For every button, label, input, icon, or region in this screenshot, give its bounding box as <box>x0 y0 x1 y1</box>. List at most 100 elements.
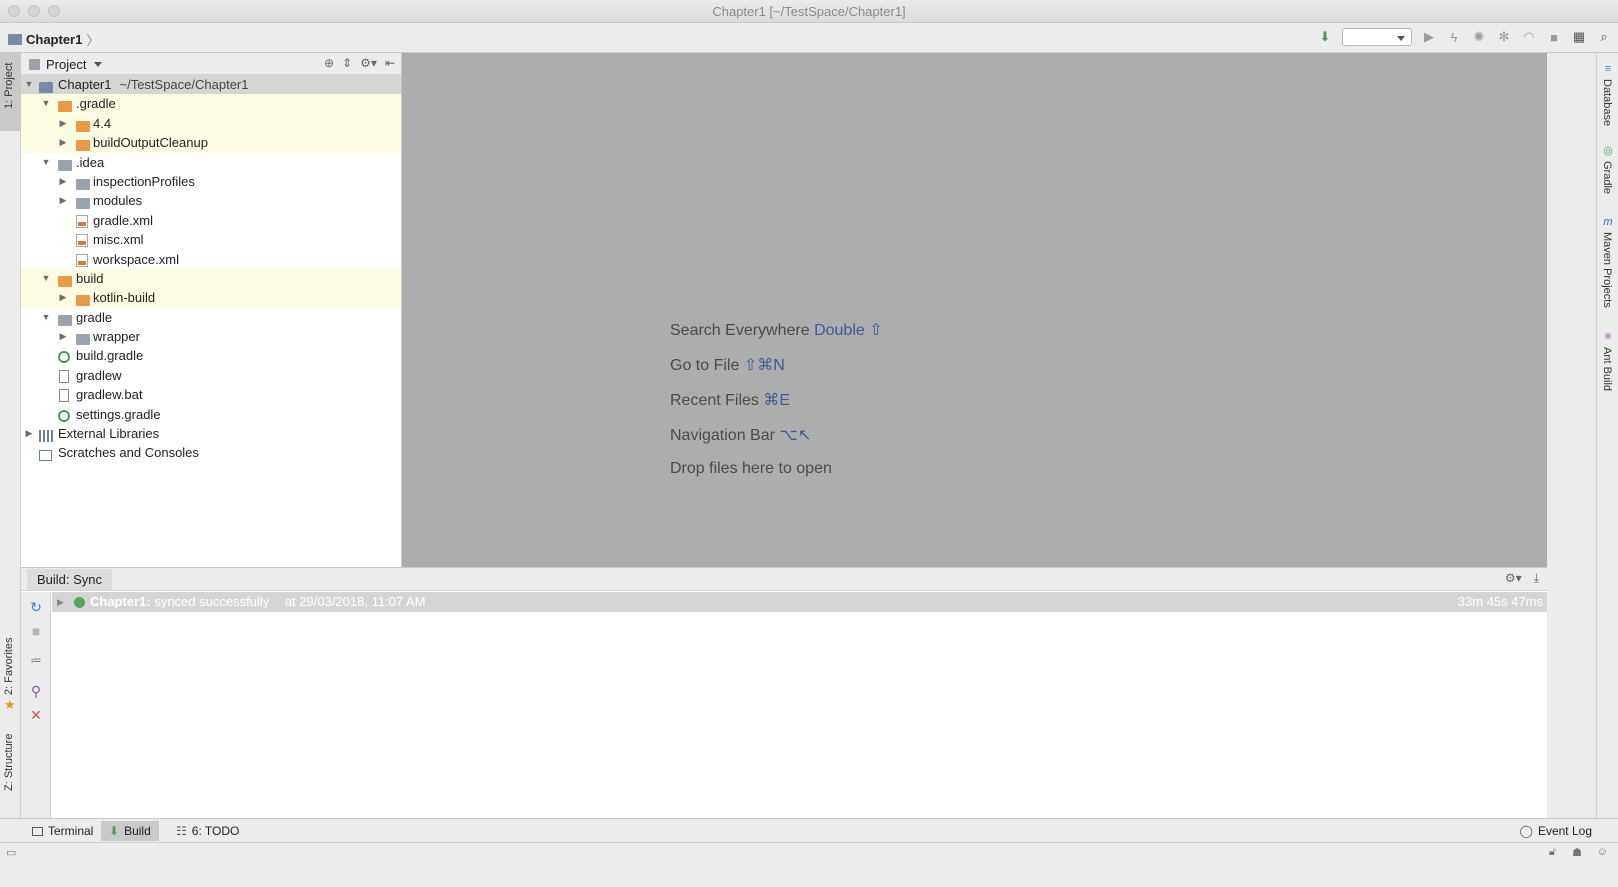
folder-grey-icon <box>76 178 90 190</box>
project-view-selector[interactable]: Project <box>29 57 103 72</box>
build-message: synced successfully <box>154 594 270 609</box>
debug-icon[interactable]: ✺ <box>1471 29 1487 45</box>
run-icon[interactable]: ▶ <box>1421 29 1437 45</box>
collapsed-arrow-icon[interactable]: ▶ <box>58 327 68 346</box>
expanded-arrow-icon[interactable]: ▼ <box>41 153 51 172</box>
project-panel-header: Project ⊕ ⇕ ⚙▾ ⇤ <box>21 53 401 75</box>
tree-item-build-gradle[interactable]: build.gradle <box>21 346 401 365</box>
tree-item-wrapper[interactable]: ▶ wrapper <box>21 327 401 346</box>
collapsed-arrow-icon[interactable]: ▶ <box>24 424 34 443</box>
tree-item-settings-gradle[interactable]: settings.gradle <box>21 405 401 424</box>
tree-item-gradlew-bat[interactable]: gradlew.bat <box>21 385 401 404</box>
collapsed-arrow-icon[interactable]: ▶ <box>58 114 68 133</box>
database-tool-button[interactable]: ≡ Database <box>1599 63 1617 133</box>
breadcrumb-project[interactable]: Chapter1 <box>26 32 82 47</box>
tab-build-sync[interactable]: Build: Sync <box>27 569 113 590</box>
build-project-icon[interactable]: ⬇ <box>1317 29 1333 45</box>
collapse-all-icon[interactable]: ⇕ <box>342 56 352 70</box>
tree-item-external-libraries[interactable]: ▶ External Libraries <box>21 424 401 443</box>
close-icon[interactable]: ✕ <box>27 706 45 724</box>
collapsed-arrow-icon[interactable]: ▶ <box>58 172 68 191</box>
collapsed-arrow-icon[interactable]: ▶ <box>58 191 68 210</box>
expanded-arrow-icon[interactable]: ▼ <box>41 269 51 288</box>
tree-item-misc-xml[interactable]: misc.xml <box>21 230 401 249</box>
collapsed-arrow-icon[interactable]: ▶ <box>58 133 68 152</box>
run-configuration-select[interactable] <box>1342 28 1412 46</box>
todo-label[interactable]: 6: TODO <box>192 821 240 841</box>
ant-build-tool-label[interactable]: Ant Build <box>1601 347 1613 391</box>
tab-build[interactable]: ⬇ Build <box>101 821 159 841</box>
folder-grey-icon <box>76 334 90 346</box>
editor-empty-area[interactable]: Search Everywhere Double ⇧ Go to File ⇧⌘… <box>402 53 1547 567</box>
structure-tool-label[interactable]: Z: Structure <box>3 734 15 791</box>
event-icon[interactable]: ☺ <box>1597 846 1608 858</box>
favorites-tool-label[interactable]: 2: Favorites <box>3 638 15 695</box>
tree-item-4-4[interactable]: ▶ 4.4 <box>21 113 401 134</box>
tree-item-build[interactable]: ▼ build <box>21 268 401 289</box>
hide-panel-icon[interactable]: ⤓ <box>1534 571 1539 586</box>
toggle-view-icon[interactable]: ≔ <box>27 652 45 670</box>
lock-icon[interactable]: 🔓︎ <box>1549 846 1556 859</box>
gradle-tool-label[interactable]: Gradle <box>1601 161 1613 194</box>
expanded-arrow-icon[interactable]: ▼ <box>41 94 51 113</box>
status-bar: ▭ 🔓︎ ☗ ☺ <box>0 842 1618 887</box>
project-structure-icon[interactable]: ▦ <box>1571 29 1587 45</box>
hint-recent-files: Recent Files ⌘E <box>670 390 790 410</box>
attach-debugger-icon[interactable]: ◠ <box>1521 29 1537 45</box>
collapsed-arrow-icon[interactable]: ▶ <box>58 288 68 307</box>
inspector-icon[interactable]: ☗ <box>1572 846 1582 859</box>
gradle-tool-button[interactable]: ◎ Gradle <box>1599 145 1617 205</box>
tree-item-gradle-xml[interactable]: gradle.xml <box>21 211 401 230</box>
tree-item-gradle-folder[interactable]: ▼ gradle <box>21 308 401 327</box>
project-view-label[interactable]: Project <box>46 57 86 72</box>
gear-icon[interactable]: ⚙▾ <box>360 56 377 70</box>
pin-icon[interactable]: ⚲ <box>27 682 45 700</box>
expanded-arrow-icon[interactable]: ▼ <box>24 75 34 94</box>
tab-terminal[interactable]: Terminal <box>24 821 101 841</box>
terminal-label[interactable]: Terminal <box>48 821 93 841</box>
search-everywhere-icon[interactable]: ⌕ <box>1596 29 1612 45</box>
toggle-tool-windows-icon[interactable]: ▭ <box>6 846 16 859</box>
tree-item-kotlin-build[interactable]: ▶ kotlin-build <box>21 288 401 308</box>
tree-item-buildoutputcleanup[interactable]: ▶ buildOutputCleanup <box>21 133 401 153</box>
structure-tool-button[interactable]: Z: Structure <box>0 731 21 809</box>
project-tool-button[interactable]: 1: Project <box>0 53 21 131</box>
tree-item-gradle-dir[interactable]: ▼ .gradle <box>21 94 401 114</box>
tree-item-inspectionprofiles[interactable]: ▶ inspectionProfiles <box>21 172 401 191</box>
project-folder-icon <box>8 34 22 45</box>
tree-item-modules[interactable]: ▶ modules <box>21 191 401 210</box>
ant-build-tool-button[interactable]: ✳ Ant Build <box>1599 331 1617 401</box>
collapsed-arrow-icon[interactable]: ▶ <box>57 592 64 612</box>
tree-item-label: gradle.xml <box>93 212 153 228</box>
tree-item-chapter1[interactable]: ▼ Chapter1 ~/TestSpace/Chapter1 <box>21 75 401 95</box>
locate-icon[interactable]: ⊕ <box>324 56 334 70</box>
tree-item-idea[interactable]: ▼ .idea <box>21 153 401 172</box>
breadcrumb[interactable]: Chapter1 〉 <box>8 30 99 49</box>
maven-tool-label[interactable]: Maven Projects <box>1601 232 1613 308</box>
tree-item-workspace-xml[interactable]: workspace.xml <box>21 250 401 269</box>
tree-item-gradlew[interactable]: gradlew <box>21 366 401 385</box>
favorites-tool-button[interactable]: 2: Favorites ★ <box>0 631 21 713</box>
tree-item-label: misc.xml <box>93 232 144 248</box>
gear-icon[interactable]: ⚙▾ <box>1505 571 1522 586</box>
tab-event-log[interactable]: ◯ Event Log <box>1512 821 1600 841</box>
hint-navigation-bar: Navigation Bar ⌥↖ <box>670 425 811 445</box>
profile-icon[interactable]: ✻ <box>1496 29 1512 45</box>
event-log-label[interactable]: Event Log <box>1538 821 1592 841</box>
hide-panel-icon[interactable]: ⇤ <box>385 56 395 70</box>
stop-icon[interactable]: ■ <box>27 622 45 640</box>
libraries-icon <box>39 430 53 443</box>
expanded-arrow-icon[interactable]: ▼ <box>41 308 51 327</box>
database-tool-label[interactable]: Database <box>1601 79 1613 126</box>
tree-item-label: kotlin-build <box>93 290 156 306</box>
maven-tool-button[interactable]: m Maven Projects <box>1599 216 1617 316</box>
build-label[interactable]: Build <box>124 821 151 841</box>
stop-icon[interactable]: ■ <box>1546 29 1562 45</box>
sync-icon[interactable]: ↻ <box>27 598 45 616</box>
tree-item-label: settings.gradle <box>76 406 161 422</box>
project-tool-label[interactable]: 1: Project <box>3 63 15 109</box>
tab-todo[interactable]: ☷ 6: TODO <box>168 821 247 841</box>
tree-item-scratches[interactable]: Scratches and Consoles <box>21 443 401 462</box>
build-sync-result-row[interactable]: ▶ Chapter1: synced successfully at 29/03… <box>52 592 1547 612</box>
apply-changes-icon[interactable]: ϟ <box>1446 29 1462 45</box>
